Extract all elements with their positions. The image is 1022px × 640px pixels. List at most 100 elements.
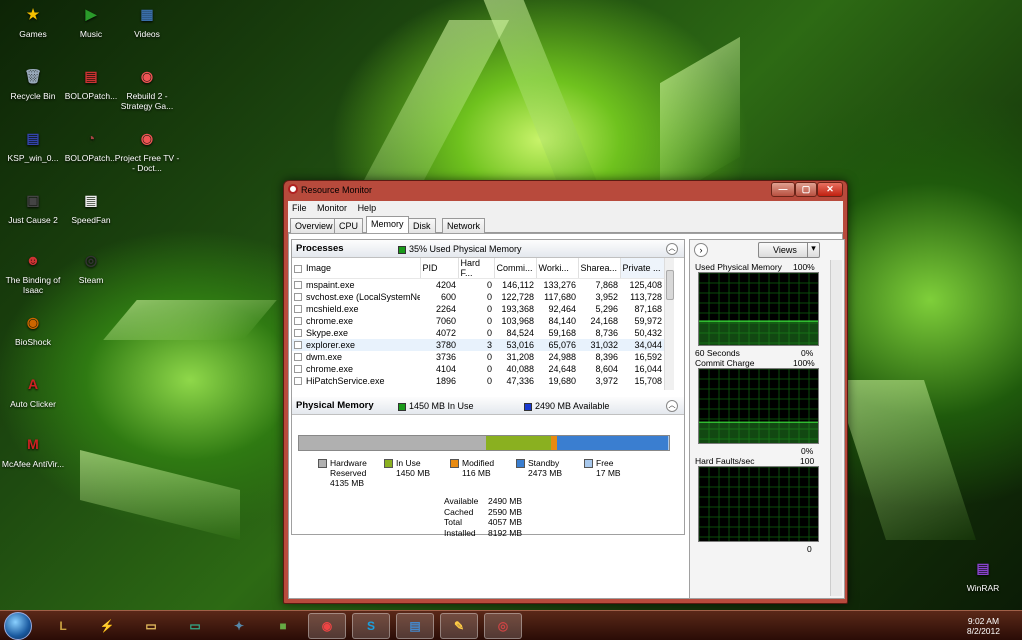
cell-image: dwm.exe	[292, 351, 420, 363]
desktop-icon-bioshock[interactable]: ◉ BioShock	[0, 310, 66, 347]
physical-memory-header[interactable]: Physical Memory 1450 MB In Use 2490 MB A…	[292, 397, 684, 415]
table-row[interactable]: svchost.exe (LocalSystemNet... 600 0 122,72…	[292, 291, 664, 303]
cell-sharea: 5,296	[595, 303, 618, 314]
desktop-icon-label: McAfee AntiVir...	[1, 459, 65, 469]
close-button[interactable]: ✕	[817, 182, 843, 197]
taskbar-paint-icon[interactable]: ✎	[440, 613, 478, 639]
table-row[interactable]: mspaint.exe 4204 0 146,112 133,276 7,868 125,4…	[292, 279, 664, 291]
process-scrollbar[interactable]	[664, 258, 674, 390]
cell-worki: 133,276	[543, 279, 576, 290]
row-checkbox[interactable]	[294, 353, 302, 362]
desktop-icon-speedfan[interactable]: ▤ SpeedFan	[58, 188, 124, 225]
desktop-icon-project-free-tv-doct[interactable]: ◉ Project Free TV -- Doct...	[114, 126, 180, 173]
processes-header[interactable]: Processes 35% Used Physical Memory ︿	[292, 240, 684, 258]
menu-help[interactable]: Help	[358, 203, 377, 213]
taskbar-game-icon[interactable]: ✦	[220, 613, 258, 639]
menu-file[interactable]: File	[292, 203, 307, 213]
taskbar-resmon-icon[interactable]: ◎	[484, 613, 522, 639]
row-checkbox[interactable]	[294, 329, 302, 338]
desktop-icon-winrar[interactable]: ▤ WinRAR	[950, 556, 1016, 593]
table-row[interactable]: mcshield.exe 2264 0 193,368 92,464 5,296 87,16…	[292, 303, 664, 315]
row-checkbox[interactable]	[294, 305, 302, 314]
row-checkbox[interactable]	[294, 365, 302, 374]
bar-segment-in-use	[485, 436, 552, 450]
collapse-processes-icon[interactable]: ︿	[666, 243, 678, 255]
maximize-button[interactable]: ▢	[795, 182, 817, 197]
desktop-icon-rebuild-2-strategy-ga[interactable]: ◉ Rebuild 2 - Strategy Ga...	[114, 64, 180, 111]
legend-modified: Modified 116 MB	[450, 458, 522, 478]
desktop-icon-steam[interactable]: ◎ Steam	[58, 248, 124, 285]
graphs-scrollbar[interactable]	[830, 260, 842, 596]
tab-overview[interactable]: Overview	[290, 218, 338, 233]
taskbar-minecraft-icon[interactable]: ■	[264, 613, 302, 639]
taskbar-skype-icon[interactable]: S	[352, 613, 390, 639]
start-button[interactable]	[4, 612, 32, 640]
memory-tab-content: Processes 35% Used Physical Memory ︿ Ima…	[288, 233, 845, 599]
title-bar[interactable]: Resource Monitor — ▢ ✕	[284, 181, 847, 199]
tab-cpu[interactable]: CPU	[334, 218, 364, 233]
table-row[interactable]: chrome.exe 7060 0 103,968 84,140 24,168 59,972	[292, 315, 664, 327]
clock[interactable]: 9:02 AM 8/2/2012	[967, 616, 1000, 636]
desktop-icon-videos[interactable]: ▦ Videos	[114, 2, 180, 39]
row-checkbox[interactable]	[294, 293, 302, 302]
col-hard-faults[interactable]: Hard F...	[458, 258, 495, 279]
desktop-icon-just-cause-2[interactable]: ▣ Just Cause 2	[0, 188, 66, 225]
row-checkbox[interactable]	[294, 377, 302, 386]
cell-pid: 2264	[435, 303, 456, 314]
chevron-down-icon: ▾	[807, 243, 819, 257]
stat-label-cached: Cached	[444, 506, 474, 517]
collapse-physical-memory-icon[interactable]: ︿	[666, 400, 678, 412]
taskbar-monitor-icon[interactable]: ▭	[176, 613, 214, 639]
bioshock-icon: ◉	[26, 314, 40, 330]
table-row[interactable]: Skype.exe 4072 0 84,524 59,168 8,736 50,432	[292, 327, 664, 339]
desktop-icon-mcafee-antivir[interactable]: M McAfee AntiVir...	[0, 432, 66, 469]
desktop-icon-auto-clicker[interactable]: A Auto Clicker	[0, 372, 66, 409]
speedfan-icon: ▤	[84, 192, 98, 208]
col-private[interactable]: Private ...	[620, 258, 665, 279]
row-checkbox[interactable]	[294, 281, 302, 290]
col-working[interactable]: Worki...	[536, 258, 579, 279]
col-pid[interactable]: PID	[420, 258, 459, 279]
bar-segment-hardware-reserved	[299, 436, 486, 450]
menu-monitor[interactable]: Monitor	[317, 203, 347, 213]
table-row[interactable]: explorer.exe 3780 3 53,016 65,076 31,032 34,04…	[292, 338, 664, 351]
bar-segment-free	[668, 436, 669, 450]
table-row[interactable]: chrome.exe 4104 0 40,088 24,648 8,604 16,044	[292, 363, 664, 375]
table-row[interactable]: dwm.exe 3736 0 31,208 24,988 8,396 16,592	[292, 351, 664, 363]
row-checkbox[interactable]	[294, 341, 302, 350]
taskbar-league-icon[interactable]: L	[44, 613, 82, 639]
desktop-icon-games[interactable]: ★ Games	[0, 2, 66, 39]
taskbar: L ⚡ ▭ ▭ ✦ ■ ◉ S ▤ ✎ ◎ 9:02 AM 8/2/2012	[0, 610, 1022, 640]
desktop-icon-the-binding-of-isaac[interactable]: ☻ The Binding of Isaac	[0, 248, 66, 295]
col-shareable[interactable]: Sharea...	[578, 258, 621, 279]
taskbar-razer-icon[interactable]: ⚡	[88, 613, 126, 639]
row-checkbox[interactable]	[294, 317, 302, 326]
cell-hard-f: 0	[486, 363, 492, 374]
legend-value: 2473 MB	[528, 468, 563, 478]
desktop-icon-label: Games	[19, 29, 47, 39]
minimize-button[interactable]: —	[771, 182, 795, 197]
desktop-icon-ksp-win-0[interactable]: ▤ KSP_win_0...	[0, 126, 66, 163]
taskbar-network-icon[interactable]: ▤	[396, 613, 434, 639]
desktop-icon-label: KSP_win_0...	[7, 153, 59, 163]
col-commit[interactable]: Commi...	[494, 258, 537, 279]
tab-memory[interactable]: Memory	[366, 216, 409, 234]
desktop-icon-label: Videos	[134, 29, 160, 39]
views-button[interactable]: Views ▾	[758, 242, 820, 258]
select-all-checkbox[interactable]	[294, 264, 302, 273]
col-image[interactable]: Image	[292, 258, 421, 279]
rebuild-2-strategy-ga-icon: ◉	[140, 68, 154, 84]
legend-value: 1450 MB	[396, 468, 431, 478]
table-row[interactable]: HiPatchService.exe 1896 0 47,336 19,680 3,972…	[292, 375, 664, 387]
cell-commi: 40,088	[506, 363, 534, 374]
mcafee-antivir-icon: M	[27, 436, 39, 452]
tab-network[interactable]: Network	[442, 218, 486, 233]
tab-disk[interactable]: Disk	[408, 218, 436, 233]
expand-graphs-icon[interactable]: ›	[694, 243, 708, 257]
scroll-thumb[interactable]	[666, 270, 674, 300]
taskbar-chrome-icon[interactable]: ◉	[308, 613, 346, 639]
views-label: Views	[773, 245, 797, 255]
cell-worki: 59,168	[548, 327, 576, 338]
taskbar-explorer-icon[interactable]: ▭	[132, 613, 170, 639]
desktop-icon-recycle-bin[interactable]: 🗑 Recycle Bin	[0, 64, 66, 101]
